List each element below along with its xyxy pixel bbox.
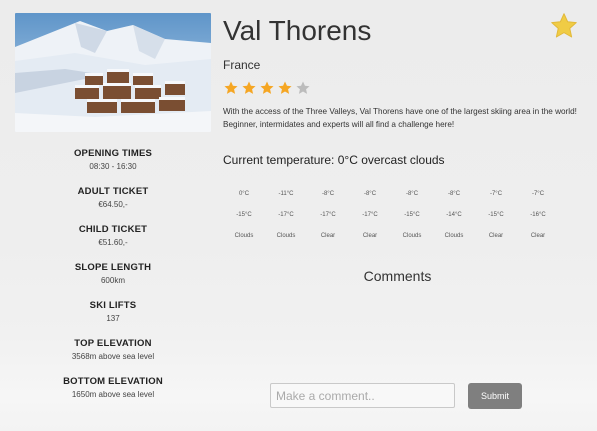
forecast-condition: Clouds (444, 232, 464, 239)
star-icon (278, 81, 292, 94)
forecast-low: -15°C (404, 211, 420, 218)
info-child-ticket: CHILD TICKET €51.60,- (15, 224, 211, 262)
resort-country: France (223, 58, 261, 72)
info-label: BOTTOM ELEVATION (63, 376, 163, 387)
resort-photo-image (15, 13, 211, 132)
forecast-high-row: 0°C -11°C -8°C -8°C -8°C -8°C -7°C -7°C (223, 183, 559, 204)
favorite-star-shape (551, 13, 577, 38)
info-slope-length: SLOPE LENGTH 600km (15, 262, 211, 300)
resort-description: With the access of the Three Valleys, Va… (223, 107, 577, 129)
submit-button[interactable]: Submit (468, 383, 522, 409)
forecast-low: -14°C (446, 211, 462, 218)
forecast-low: -15°C (236, 211, 252, 218)
star-shape (278, 81, 292, 94)
forecast-low: -15°C (488, 211, 504, 218)
forecast-high: 0°C (238, 190, 250, 197)
comment-input[interactable] (270, 383, 455, 408)
forecast-high: -8°C (447, 190, 461, 197)
resort-page: OPENING TIMES 08:30 - 16:30 ADULT TICKET… (0, 0, 597, 431)
forecast-low: -17°C (320, 211, 336, 218)
resort-title: Val Thorens (223, 15, 372, 46)
star-icon (260, 81, 274, 94)
forecast-condition: Clear (530, 232, 546, 239)
forecast-low: -16°C (530, 211, 546, 218)
forecast-low: -17°C (278, 211, 294, 218)
forecast-high: -8°C (321, 190, 335, 197)
info-value: 08:30 - 16:30 (89, 162, 137, 171)
forecast-grid: 0°C -11°C -8°C -8°C -8°C -8°C -7°C -7°C … (223, 183, 559, 246)
current-temperature: Current temperature: 0°C overcast clouds (223, 153, 445, 167)
info-label: ADULT TICKET (77, 186, 149, 197)
info-bottom-elevation: BOTTOM ELEVATION 1650m above sea level (15, 376, 211, 414)
forecast-high: -11°C (278, 190, 294, 197)
star-shape (296, 81, 310, 94)
info-top-elevation: TOP ELEVATION 3568m above sea level (15, 338, 211, 376)
info-adult-ticket: ADULT TICKET €64.50,- (15, 186, 211, 224)
star-shape (224, 81, 238, 94)
info-label: TOP ELEVATION (74, 338, 152, 349)
forecast-condition: Clear (362, 232, 378, 239)
info-value: 1650m above sea level (71, 390, 155, 399)
forecast-high: -8°C (405, 190, 419, 197)
info-label: OPENING TIMES (73, 148, 153, 159)
info-value: €51.60,- (98, 238, 128, 247)
info-label: SLOPE LENGTH (74, 262, 152, 273)
star-icon (224, 81, 238, 94)
forecast-condition: Clear (488, 232, 504, 239)
forecast-condition: Clouds (276, 232, 296, 239)
star-icon (242, 81, 256, 94)
forecast-condition-row: Clouds Clouds Clear Clear Clouds Clouds … (223, 225, 559, 246)
forecast-high: -7°C (489, 190, 503, 197)
forecast-condition: Clouds (402, 232, 422, 239)
forecast-high: -8°C (363, 190, 377, 197)
info-label: CHILD TICKET (78, 224, 148, 235)
star-shape (260, 81, 274, 94)
info-label: SKI LIFTS (89, 300, 137, 311)
info-ski-lifts: SKI LIFTS 137 (15, 300, 211, 338)
info-value: 137 (106, 314, 120, 323)
favorite-star-icon[interactable] (549, 11, 579, 41)
forecast-condition: Clear (320, 232, 336, 239)
forecast-low: -17°C (362, 211, 378, 218)
star-icon (296, 81, 310, 94)
comments-title: Comments (363, 268, 432, 284)
star-rating (223, 80, 311, 96)
star-shape (242, 81, 256, 94)
info-value: 3568m above sea level (71, 352, 155, 361)
forecast-condition: Clouds (234, 232, 254, 239)
resort-info-list: OPENING TIMES 08:30 - 16:30 ADULT TICKET… (15, 148, 211, 414)
forecast-low-row: -15°C -17°C -17°C -17°C -15°C -14°C -15°… (223, 204, 559, 225)
info-opening-times: OPENING TIMES 08:30 - 16:30 (15, 148, 211, 186)
info-value: €64.50,- (98, 200, 128, 209)
resort-photo (15, 13, 211, 132)
info-value: 600km (100, 276, 125, 285)
forecast-high: -7°C (531, 190, 545, 197)
